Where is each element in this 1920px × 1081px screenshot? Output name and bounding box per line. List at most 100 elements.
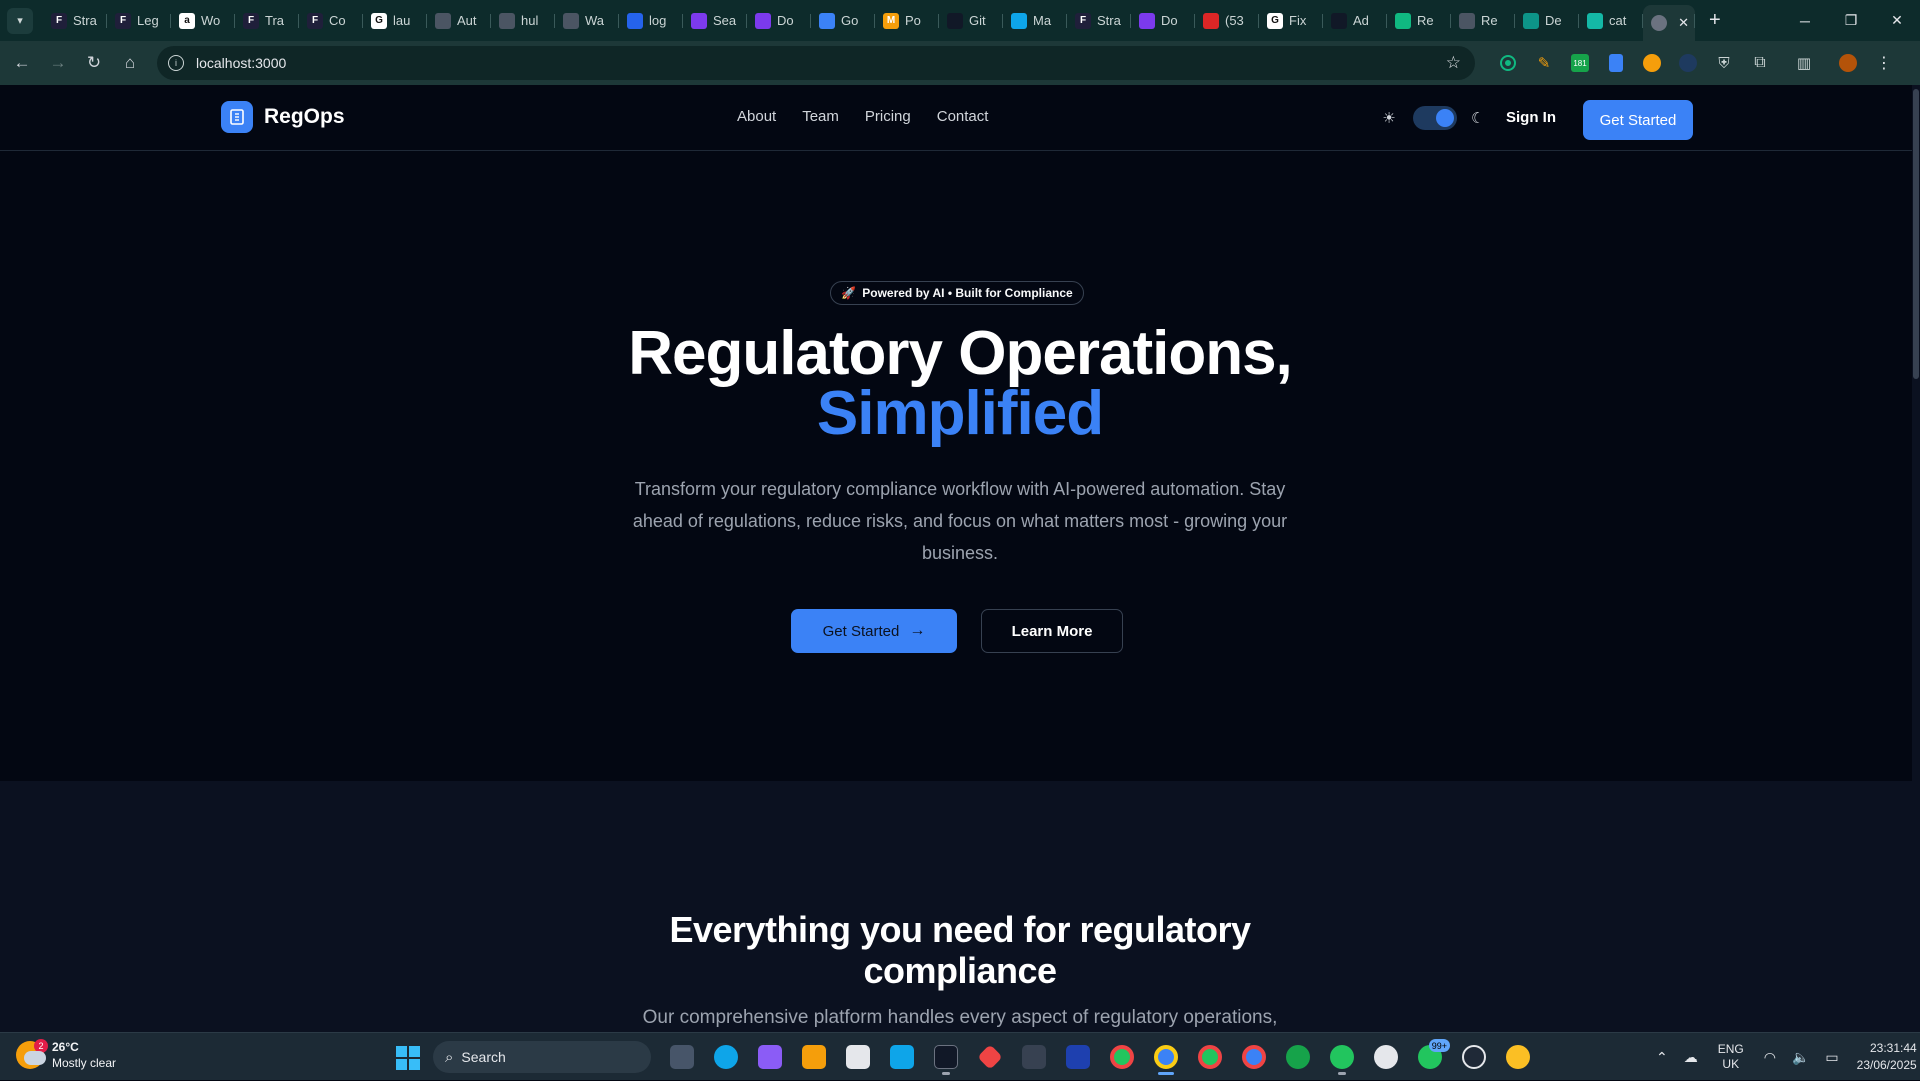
battery-icon[interactable]: ▭	[1825, 1049, 1838, 1066]
reload-button[interactable]: ↻	[76, 45, 112, 81]
taskbar-app-terminal[interactable]	[1012, 1039, 1056, 1075]
minimize-button[interactable]: ─	[1782, 0, 1828, 41]
browser-tab[interactable]: Re	[1451, 5, 1515, 37]
profile-button[interactable]	[1830, 45, 1866, 81]
browser-tab[interactable]: G Fix	[1259, 5, 1323, 37]
browser-tab[interactable]: Ma	[1003, 5, 1067, 37]
new-tab-button[interactable]: +	[1709, 9, 1721, 32]
taskbar-app-chrome-3[interactable]	[1232, 1039, 1276, 1075]
chevron-up-icon[interactable]: ⌃	[1656, 1049, 1668, 1066]
browser-tab[interactable]: F Leg	[107, 5, 171, 37]
extension-pen[interactable]: ✎	[1526, 45, 1562, 81]
browser-tab-strip: ▾ F Stra F Leg a Wo F Tra F Co Glau Aut hul Wa log Sea D…	[0, 0, 1920, 41]
extensions-menu[interactable]: ⧉	[1742, 45, 1778, 81]
browser-tab[interactable]: M Po	[875, 5, 939, 37]
taskbar-app-penguin[interactable]	[1056, 1039, 1100, 1075]
target-icon	[1502, 57, 1514, 69]
page-scrollbar[interactable]	[1912, 85, 1920, 1032]
browser-tab[interactable]: F Stra	[43, 5, 107, 37]
browser-tab[interactable]: hul	[491, 5, 555, 37]
extension-sheets[interactable]: 181	[1562, 45, 1598, 81]
browser-tab[interactable]: Go	[811, 5, 875, 37]
forward-button[interactable]: →	[40, 45, 76, 81]
browser-tab[interactable]: Sea	[683, 5, 747, 37]
start-button[interactable]	[396, 1046, 420, 1070]
learn-more-button[interactable]: Learn More	[981, 609, 1123, 653]
taskbar-app-slack[interactable]	[1364, 1039, 1408, 1075]
close-tab-icon[interactable]: ✕	[1678, 15, 1689, 31]
hero-get-started-button[interactable]: Get Started →	[791, 609, 957, 653]
header-get-started-button[interactable]: Get Started	[1583, 100, 1693, 140]
back-button[interactable]: ←	[4, 45, 40, 81]
taskbar-app-spotify[interactable]	[1320, 1039, 1364, 1075]
taskbar-search[interactable]: ⌕ Search	[433, 1041, 651, 1073]
sign-in-button[interactable]: Sign In	[1506, 109, 1556, 126]
browser-tab[interactable]: log	[619, 5, 683, 37]
theme-switch[interactable]	[1413, 106, 1457, 130]
taskbar-app-chrome-active[interactable]	[1144, 1039, 1188, 1075]
scrollbar-thumb[interactable]	[1913, 89, 1919, 379]
volume-icon[interactable]: 🔈	[1792, 1049, 1809, 1066]
browser-tab[interactable]: Wa	[555, 5, 619, 37]
browser-tab[interactable]: Git	[939, 5, 1003, 37]
rocket-icon: 🚀	[841, 286, 857, 300]
browser-tab[interactable]: Do	[747, 5, 811, 37]
taskbar-app-store[interactable]	[836, 1039, 880, 1075]
reading-mode-button[interactable]: ▥	[1786, 45, 1822, 81]
browser-tab[interactable]: a Wo	[171, 5, 235, 37]
browser-menu-button[interactable]: ⋮	[1866, 45, 1902, 81]
taskbar-app-player[interactable]	[1452, 1039, 1496, 1075]
nav-contact[interactable]: Contact	[937, 108, 989, 125]
close-window-button[interactable]: ✕	[1874, 0, 1920, 41]
address-bar[interactable]: i localhost:3000 ☆	[157, 46, 1475, 80]
taskbar-app-vscode[interactable]	[880, 1039, 924, 1075]
split-view-icon: ▥	[1796, 55, 1812, 72]
extension-honey[interactable]	[1634, 45, 1670, 81]
taskbar-app-cursor[interactable]	[924, 1039, 968, 1075]
tab-favicon-icon: F	[307, 12, 323, 29]
tab-search-button[interactable]: ▾	[7, 7, 33, 34]
language-indicator[interactable]: ENG UK	[1718, 1042, 1744, 1072]
taskbar-app-git[interactable]	[968, 1039, 1012, 1075]
taskbar-app-chrome-2[interactable]	[1188, 1039, 1232, 1075]
weather-widget[interactable]: 2 26°C Mostly clear	[16, 1039, 116, 1071]
taskbar-app-explorer[interactable]	[792, 1039, 836, 1075]
extension-grammar[interactable]	[1490, 45, 1526, 81]
extension-circle[interactable]	[1670, 45, 1706, 81]
nav-pricing[interactable]: Pricing	[865, 108, 911, 125]
browser-tab[interactable]: F Stra	[1067, 5, 1131, 37]
browser-tab[interactable]: Do	[1131, 5, 1195, 37]
tab-active[interactable]: ✕	[1643, 5, 1695, 41]
extension-docs[interactable]	[1598, 45, 1634, 81]
penguin-icon	[1066, 1045, 1090, 1069]
nav-team[interactable]: Team	[802, 108, 839, 125]
taskbar-app-yellow[interactable]	[1496, 1039, 1540, 1075]
extension-shield[interactable]: ⛨	[1706, 45, 1742, 81]
browser-tab[interactable]: De	[1515, 5, 1579, 37]
hero-subtitle: Transform your regulatory compliance wor…	[632, 479, 1288, 563]
browser-tab[interactable]: Ad	[1323, 5, 1387, 37]
browser-tab[interactable]: cat	[1579, 5, 1643, 37]
browser-tab[interactable]: Glau	[363, 5, 427, 37]
address-url[interactable]: localhost:3000	[196, 55, 286, 71]
browser-tab[interactable]: F Tra	[235, 5, 299, 37]
taskbar-app-mongodb[interactable]	[1276, 1039, 1320, 1075]
browser-tab[interactable]: Re	[1387, 5, 1451, 37]
site-info-icon[interactable]: i	[168, 55, 184, 71]
browser-tab[interactable]: (53	[1195, 5, 1259, 37]
bookmark-star-icon[interactable]: ☆	[1446, 53, 1461, 73]
browser-tab[interactable]: Aut	[427, 5, 491, 37]
nav-about[interactable]: About	[737, 108, 776, 125]
wifi-icon[interactable]: ◠	[1764, 1049, 1776, 1066]
taskbar-app-whatsapp[interactable]: 99+	[1408, 1039, 1452, 1075]
clock[interactable]: 23:31:44 23/06/2025	[1857, 1040, 1917, 1074]
browser-tab[interactable]: F Co	[299, 5, 363, 37]
logo[interactable]: RegOps	[221, 101, 345, 133]
taskbar-app-chrome[interactable]	[1100, 1039, 1144, 1075]
restore-button[interactable]: ❐	[1828, 0, 1874, 41]
taskbar-app-edge[interactable]	[704, 1039, 748, 1075]
cloud-off-icon[interactable]: ☁	[1684, 1049, 1698, 1066]
taskbar-app-copilot[interactable]	[748, 1039, 792, 1075]
home-button[interactable]: ⌂	[112, 45, 148, 81]
task-view-button[interactable]	[660, 1039, 704, 1075]
